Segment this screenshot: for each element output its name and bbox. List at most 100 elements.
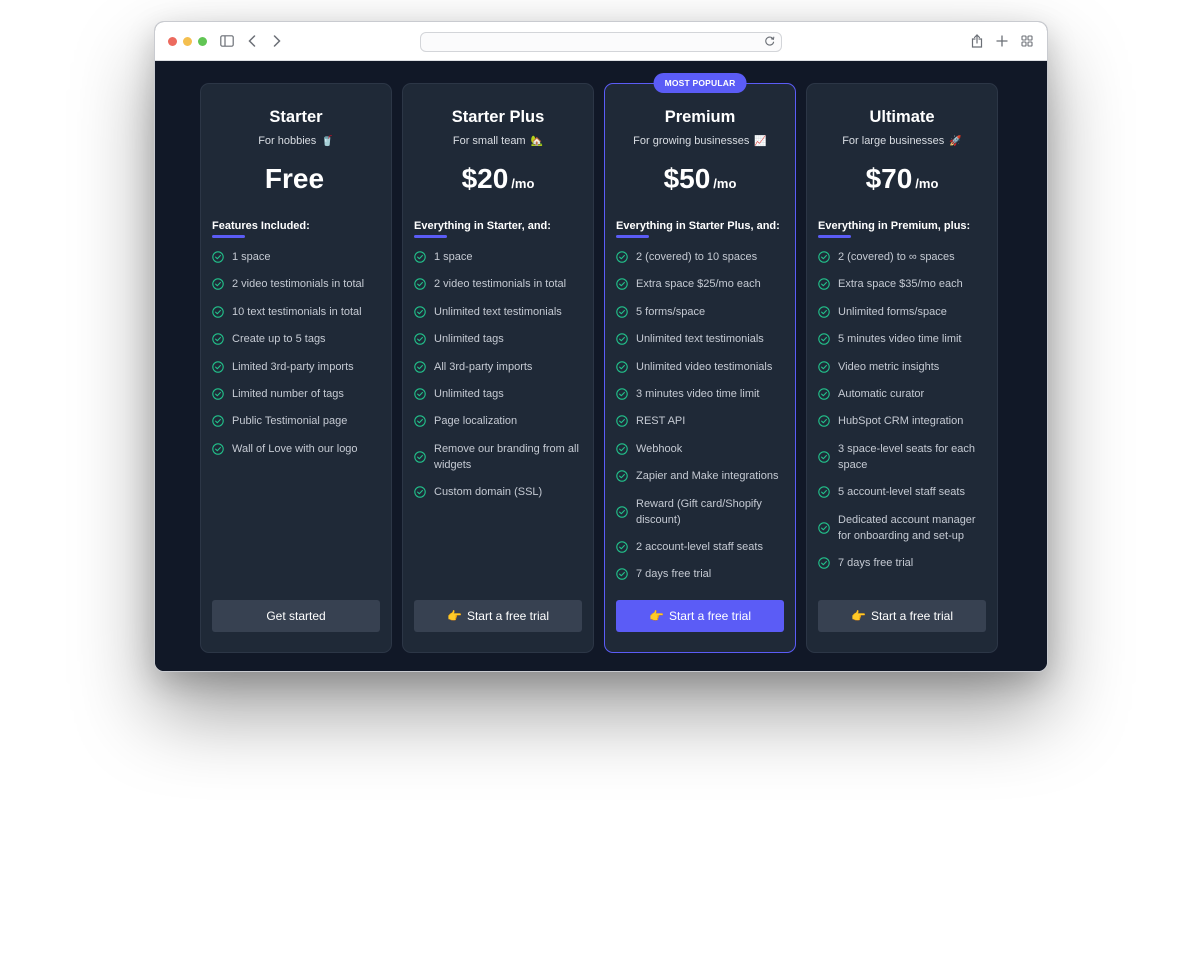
heading-underline <box>414 235 447 238</box>
share-icon[interactable] <box>967 31 987 51</box>
feature-text: Unlimited forms/space <box>838 305 947 318</box>
check-circle-icon <box>818 486 830 498</box>
pricing-section: Starter For hobbies 🥤 Free Features Incl… <box>155 61 1047 671</box>
check-circle-icon <box>818 450 830 463</box>
cta-label: Start a free trial <box>466 609 549 623</box>
feature-item: 3 space-level seats for each space <box>818 441 989 473</box>
feature-text: Extra space $25/mo each <box>636 278 761 291</box>
feature-item: 7 days free trial <box>818 555 989 571</box>
check-circle-icon <box>616 568 628 581</box>
feature-text: 7 days free trial <box>636 568 712 581</box>
feature-text: 5 forms/space <box>636 305 706 318</box>
new-tab-icon[interactable] <box>992 31 1012 51</box>
feature-text: 2 video testimonials in total <box>232 278 365 291</box>
feature-item: 5 forms/space <box>616 304 787 320</box>
feature-item: Public Testimonial page <box>212 413 383 429</box>
close-window-button[interactable] <box>168 37 177 46</box>
tab-overview-icon[interactable] <box>1017 31 1037 51</box>
check-circle-icon <box>212 442 224 455</box>
plan-price-row: Free <box>201 163 391 195</box>
feature-text: Limited number of tags <box>232 387 344 400</box>
plan-card-premium: MOST POPULAR Premium For growing busines… <box>604 73 796 653</box>
feature-text: Custom domain (SSL) <box>434 486 543 499</box>
feature-item: Unlimited tags <box>414 331 585 347</box>
features-heading: Everything in Starter, and: <box>414 220 551 232</box>
feature-text: Create up to 5 tags <box>232 333 326 346</box>
feature-text: 1 space <box>232 251 271 263</box>
start-free-trial-button[interactable]: 👉 Start a free trial <box>818 600 986 632</box>
feature-text: Unlimited text testimonials <box>434 305 562 318</box>
check-circle-icon <box>818 388 830 400</box>
feature-item: Wall of Love with our logo <box>212 441 383 457</box>
feature-text: Limited 3rd-party imports <box>232 360 354 373</box>
back-icon[interactable] <box>242 31 262 51</box>
forward-icon[interactable] <box>267 31 287 51</box>
features-heading: Everything in Premium, plus: <box>818 220 971 232</box>
plan-name: Starter <box>269 108 323 126</box>
feature-item: Automatic curator <box>818 386 989 402</box>
browser-toolbar <box>155 22 1047 61</box>
check-circle-icon <box>616 306 628 318</box>
check-circle-icon <box>818 306 830 318</box>
get-started-button[interactable]: Get started <box>212 600 380 632</box>
check-circle-icon <box>212 278 224 291</box>
feature-item: Reward (Gift card/Shopify discount) <box>616 496 787 528</box>
check-circle-icon <box>818 278 830 291</box>
plan-emoji: 📈 <box>754 136 767 147</box>
start-free-trial-button[interactable]: 👉 Start a free trial <box>616 600 784 632</box>
plan-name: Ultimate <box>869 108 935 126</box>
feature-item: Remove our branding from all widgets <box>414 441 585 473</box>
check-circle-icon <box>818 251 830 263</box>
feature-text: 1 space <box>434 251 473 263</box>
feature-text: Unlimited tags <box>434 333 504 346</box>
features-heading: Everything in Starter Plus, and: <box>616 220 780 232</box>
feature-item: Unlimited forms/space <box>818 304 989 320</box>
heading-underline <box>818 235 851 238</box>
check-circle-icon <box>414 415 426 428</box>
start-free-trial-button[interactable]: 👉 Start a free trial <box>414 600 582 632</box>
feature-item: Extra space $25/mo each <box>616 276 787 292</box>
address-bar[interactable] <box>420 32 782 52</box>
plan-subtitle: For large businesses 🚀 <box>807 135 997 147</box>
plan-price-row: $20/mo <box>403 163 593 195</box>
feature-item: Unlimited text testimonials <box>414 304 585 320</box>
plan-subtitle-text: For large businesses <box>842 135 945 147</box>
feature-text: Public Testimonial page <box>232 415 348 428</box>
feature-item: REST API <box>616 413 787 429</box>
feature-item: HubSpot CRM integration <box>818 413 989 429</box>
cta-label: Get started <box>266 609 326 623</box>
feature-text: Remove our branding from all widgets <box>434 442 579 471</box>
plan-card-starter: Starter For hobbies 🥤 Free Features Incl… <box>200 83 392 653</box>
feature-item: Video metric insights <box>818 359 989 375</box>
feature-text: Extra space $35/mo each <box>838 278 963 291</box>
zoom-window-button[interactable] <box>198 37 207 46</box>
feature-text: Dedicated account manager for onboarding… <box>838 513 976 542</box>
feature-list: 2 (covered) to 10 spaces Extra space $25/… <box>616 249 787 594</box>
plan-price: $20 <box>461 163 509 194</box>
feature-item: Limited 3rd-party imports <box>212 359 383 375</box>
check-circle-icon <box>212 306 224 318</box>
sidebar-icon[interactable] <box>217 31 237 51</box>
check-circle-icon <box>616 541 628 553</box>
plan-period: /mo <box>915 176 939 191</box>
check-circle-icon <box>212 415 224 428</box>
check-circle-icon <box>414 388 426 400</box>
check-circle-icon <box>414 306 426 318</box>
feature-item: Unlimited video testimonials <box>616 359 787 375</box>
plan-card-ultimate: Ultimate For large businesses 🚀 $70/mo E… <box>806 83 998 653</box>
check-circle-icon <box>414 360 426 373</box>
feature-text: Reward (Gift card/Shopify discount) <box>636 497 762 526</box>
minimize-window-button[interactable] <box>183 37 192 46</box>
feature-text: 2 account-level staff seats <box>636 540 763 553</box>
feature-item: Extra space $35/mo each <box>818 276 989 292</box>
feature-item: 1 space <box>414 249 585 265</box>
plan-price: $50 <box>663 163 711 194</box>
plan-price: $70 <box>865 163 913 194</box>
plan-emoji: 🥤 <box>321 136 334 147</box>
feature-list: 2 (covered) to ∞ spaces Extra space $35/m… <box>818 249 989 582</box>
plan-card-starter-plus: Starter Plus For small team 🏡 $20/mo Eve… <box>402 83 594 653</box>
feature-item: Custom domain (SSL) <box>414 484 585 500</box>
feature-item: Page localization <box>414 413 585 429</box>
plan-price-row: $70/mo <box>807 163 997 195</box>
reload-icon[interactable] <box>763 34 777 48</box>
